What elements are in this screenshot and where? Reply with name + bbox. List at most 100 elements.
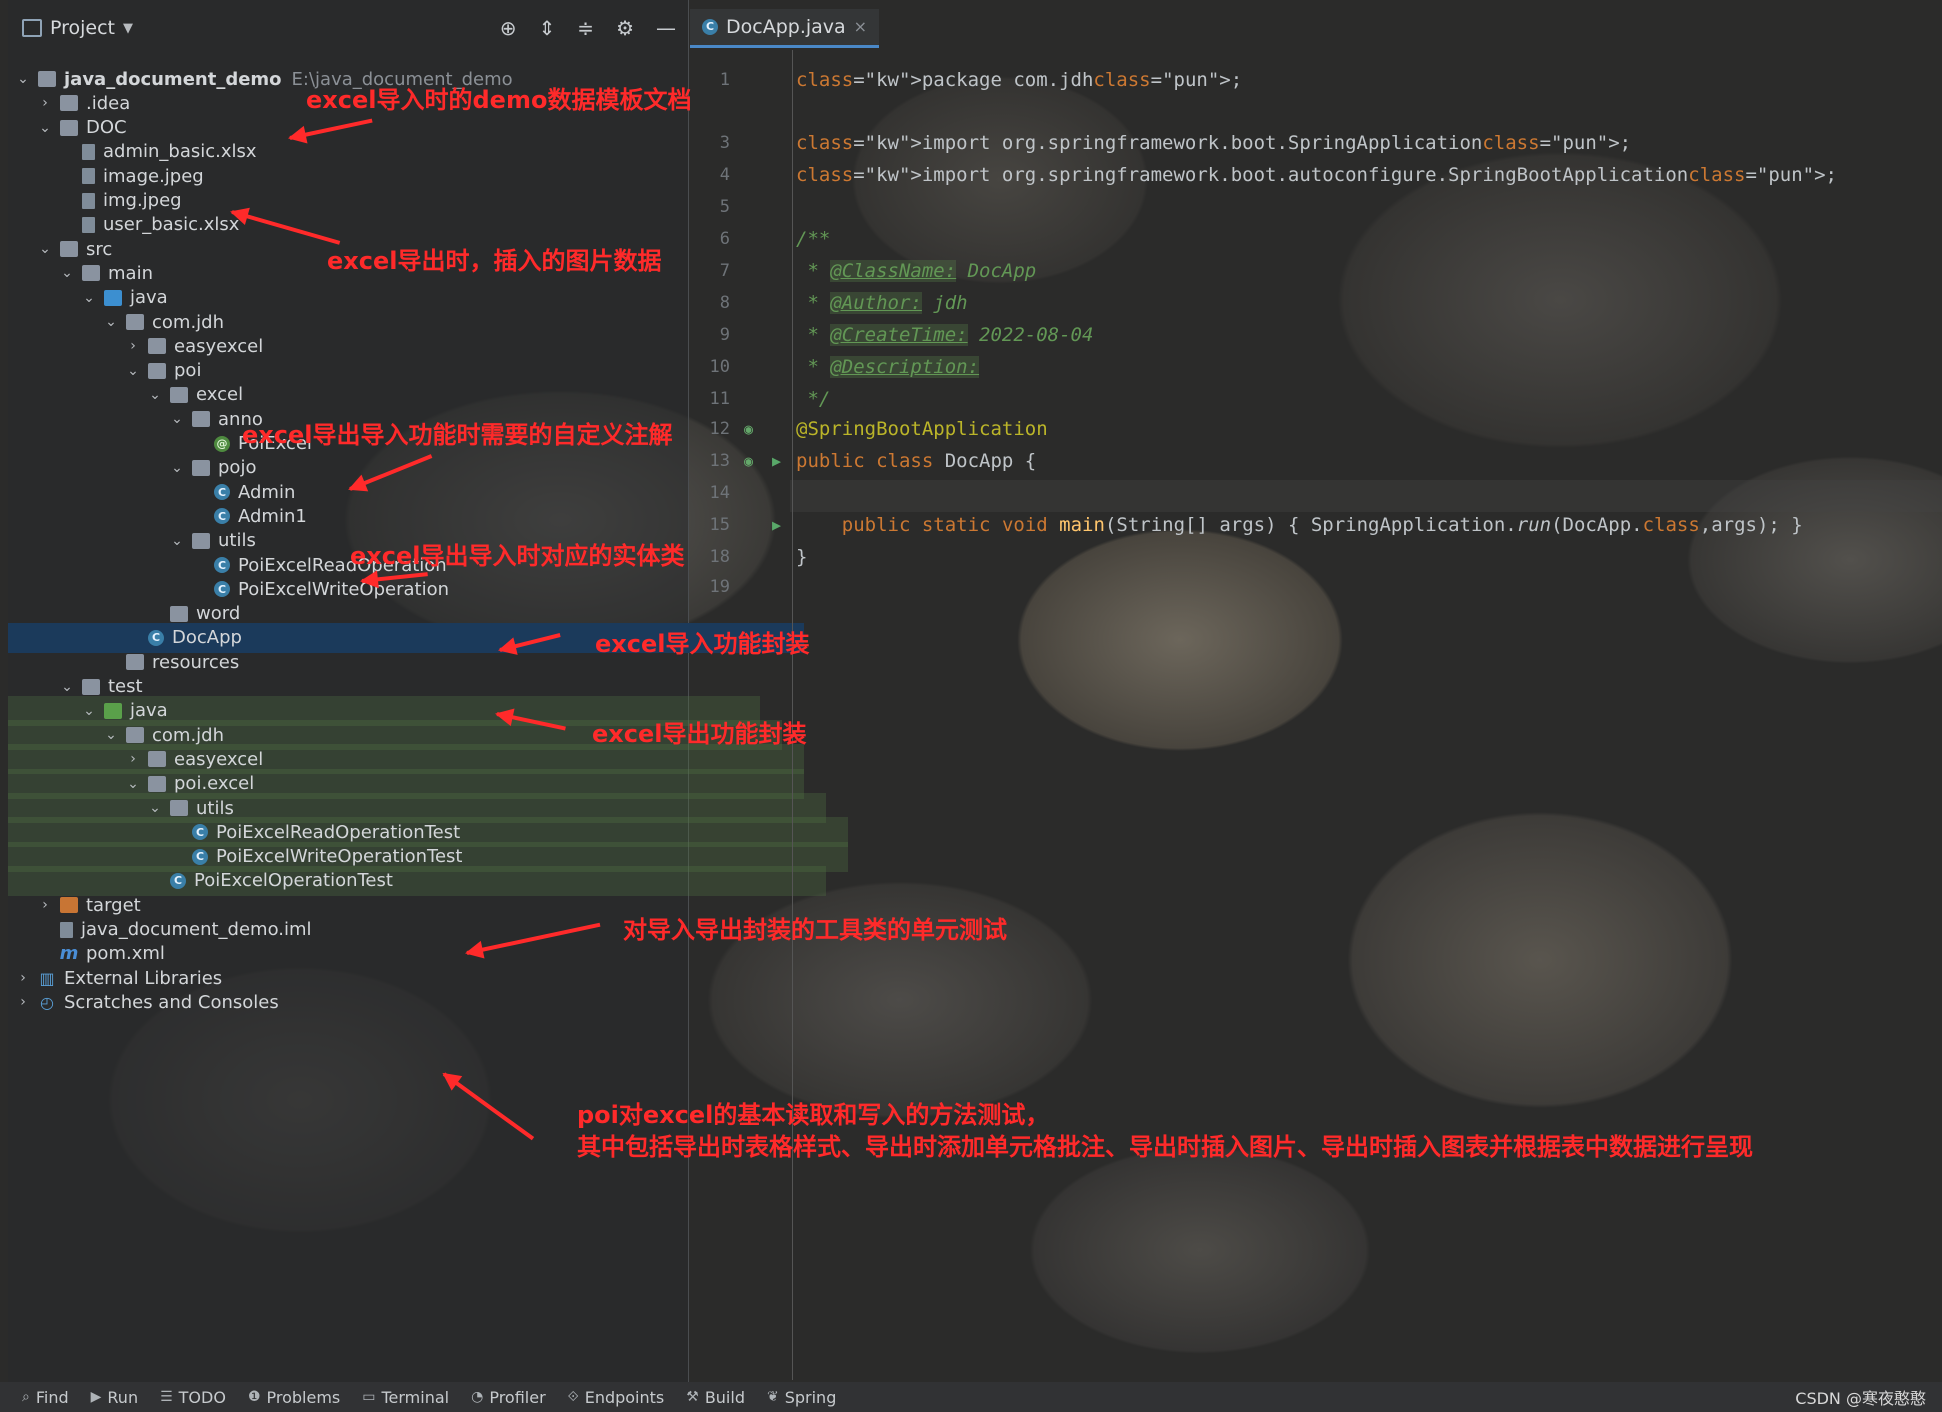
tree-node-label: External Libraries [64, 967, 223, 989]
callout-text: excel导出时，插入的图片数据 [327, 247, 662, 275]
chevron-down-icon[interactable]: ⌄ [80, 703, 98, 719]
tree-node-label: test [108, 676, 143, 697]
tree-node[interactable]: › ◴ Scratches and Consoles [8, 987, 694, 1017]
module-folder-icon [38, 71, 56, 87]
excel-file-icon [82, 143, 95, 160]
class-icon: C [214, 508, 230, 525]
run-gutter-icon[interactable]: ▶ [772, 452, 781, 470]
chevron-down-icon[interactable]: ⌄ [124, 776, 142, 792]
code-line: 14 [690, 477, 1942, 509]
tree-node-label: poi.excel [174, 773, 255, 795]
excluded-folder-icon [60, 897, 78, 914]
line-number: 4 [719, 165, 730, 185]
close-icon[interactable]: × [854, 17, 867, 36]
tree-node-label: src [86, 238, 113, 260]
tree-node-label: utils [218, 530, 256, 552]
code-text: public class DocApp { [796, 450, 1037, 472]
tree-node-label: resources [152, 651, 240, 673]
editor-tabbar: C DocApp.java × [690, 8, 880, 48]
package-icon [148, 775, 166, 792]
locate-icon[interactable]: ⊕ [500, 16, 517, 40]
code-text: @SpringBootApplication [796, 418, 1048, 440]
tool-window-button[interactable]: ⚒ Build [686, 1388, 745, 1407]
class-icon: C [214, 581, 230, 598]
code-line: 5 [690, 191, 1942, 223]
chevron-down-icon[interactable]: ⌄ [102, 314, 120, 330]
chevron-down-icon[interactable]: ⌄ [146, 387, 164, 403]
package-icon [170, 800, 188, 816]
tree-node-label: word [196, 603, 241, 625]
package-icon [170, 605, 188, 622]
tree-node-label: target [86, 894, 141, 916]
tool-window-button[interactable]: ▶ Run [91, 1388, 138, 1407]
chevron-right-icon[interactable]: › [14, 970, 32, 986]
chevron-down-icon[interactable]: ⌄ [124, 363, 142, 379]
profiler-icon: ◔ [471, 1389, 484, 1405]
tool-window-button[interactable]: ◔ Profiler [471, 1388, 546, 1407]
code-text: /** [796, 228, 831, 250]
chevron-down-icon[interactable]: ⌄ [146, 800, 164, 816]
run-gutter-icon[interactable]: ▶ [772, 516, 781, 534]
chevron-down-icon[interactable]: ⌄ [168, 460, 186, 476]
callout-text: excel导入功能封装 [595, 630, 810, 658]
chevron-right-icon[interactable]: › [124, 751, 142, 767]
code-text: } [796, 546, 808, 568]
tree-node-label: java [130, 700, 168, 722]
chevron-down-icon[interactable]: ⌄ [58, 679, 76, 695]
minimize-icon[interactable]: — [656, 16, 676, 40]
code-line: 8 * @Author: jdh [690, 287, 1942, 319]
collapse-all-icon[interactable]: ≑ [577, 16, 594, 40]
chevron-down-icon[interactable]: ⌄ [80, 290, 98, 306]
project-view-selector[interactable]: Project ▼ [22, 17, 133, 39]
callout-text: poi对excel的基本读取和写入的方法测试， [577, 1101, 1050, 1129]
image-file-icon [82, 192, 95, 209]
tree-node-label: admin_basic.xlsx [103, 141, 257, 163]
code-text: public static void main(String[] args) {… [841, 514, 1803, 536]
gear-icon[interactable]: ⚙ [616, 16, 634, 40]
spring-bean-icon[interactable]: ◉ [744, 452, 753, 470]
expand-all-icon[interactable]: ⇕ [539, 16, 556, 40]
tree-node-label: main [108, 262, 153, 284]
line-number: 12 [709, 419, 730, 439]
chevron-down-icon[interactable]: ⌄ [36, 120, 54, 136]
tool-window-button[interactable]: ❶ Problems [248, 1388, 340, 1407]
chevron-down-icon[interactable]: ⌄ [58, 265, 76, 281]
chevron-down-icon[interactable]: ⌄ [168, 533, 186, 549]
line-number: 13 [709, 451, 730, 471]
tree-node-label: easyexcel [174, 335, 264, 357]
chevron-down-icon[interactable]: ⌄ [14, 71, 32, 87]
package-icon [170, 386, 188, 403]
tool-window-button[interactable]: ⟐ Endpoints [568, 1388, 665, 1407]
excel-file-icon [82, 216, 95, 233]
tool-window-button[interactable]: ❦ Spring [767, 1388, 836, 1407]
code-line: 13 ◉ ▶ public class DocApp { [690, 445, 1942, 477]
folder-icon [82, 265, 100, 282]
tool-window-button[interactable]: ☰ TODO [160, 1388, 226, 1407]
test-class-icon: C [170, 872, 186, 889]
chevron-right-icon[interactable]: › [36, 95, 54, 111]
chevron-right-icon[interactable]: › [124, 338, 142, 354]
tree-node-label: PoiExcelReadOperationTest [216, 821, 461, 843]
tool-window-button[interactable]: ⌕ Find [22, 1388, 69, 1407]
code-line: 19 [690, 571, 1942, 603]
tab-docapp-java[interactable]: C DocApp.java × [690, 8, 880, 48]
tab-label: DocApp.java [726, 15, 846, 38]
folder-icon [82, 678, 100, 695]
line-number: 15 [709, 515, 730, 535]
folder-icon [60, 95, 78, 112]
code-editor[interactable]: 1 class="kw">package com.jdhclass="pun">;… [690, 50, 1942, 1380]
code-text: * @ClassName: DocApp [796, 260, 1037, 282]
chevron-down-icon[interactable]: ⌄ [102, 727, 120, 743]
tree-node-label: com.jdh [152, 724, 224, 746]
chevron-down-icon[interactable]: ⌄ [36, 241, 54, 257]
tree-node-label: DocApp [172, 627, 242, 649]
spring-bean-icon[interactable]: ◉ [744, 420, 753, 438]
line-number: 5 [719, 197, 730, 217]
build-icon: ⚒ [686, 1389, 699, 1405]
tool-window-label: Terminal [381, 1387, 450, 1407]
chevron-down-icon[interactable]: ⌄ [168, 411, 186, 427]
chevron-right-icon[interactable]: › [36, 897, 54, 913]
code-line: 4 class="kw">import org.springframework.b… [690, 159, 1942, 191]
tool-window-button[interactable]: ▭ Terminal [362, 1388, 449, 1407]
chevron-right-icon[interactable]: › [14, 994, 32, 1010]
